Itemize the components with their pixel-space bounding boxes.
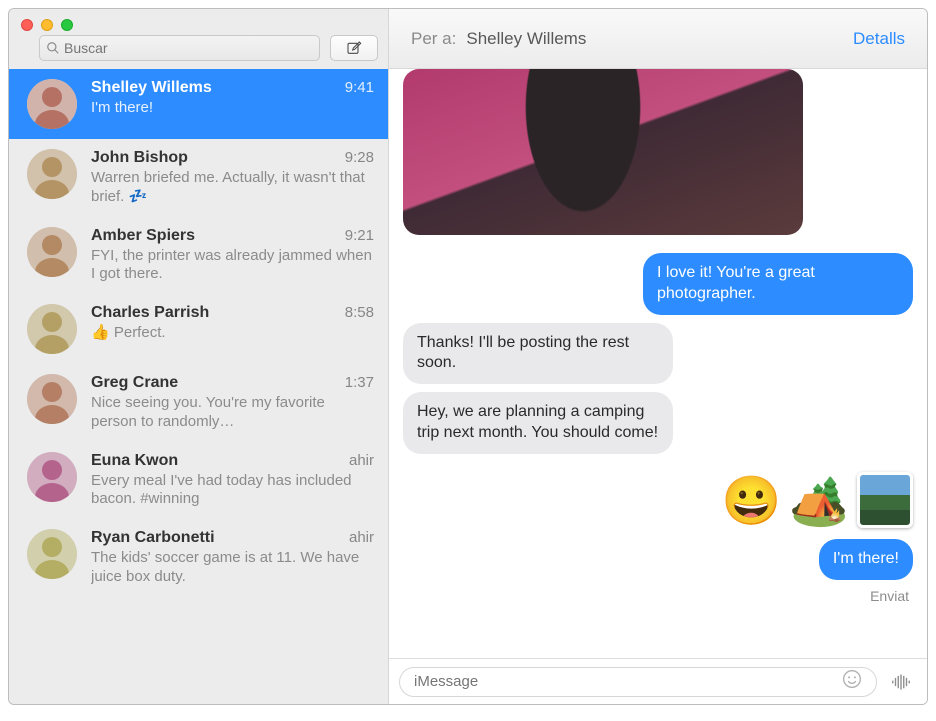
conversation-time: 9:21 <box>345 227 374 244</box>
message-input-bar <box>389 658 927 704</box>
conversation-time: 8:58 <box>345 304 374 321</box>
conversation-time: 1:37 <box>345 374 374 391</box>
conversation-time: ahir <box>349 529 374 546</box>
conversation-body: Greg Crane 1:37 Nice seeing you. You're … <box>91 374 374 432</box>
conversation-body: Ryan Carbonetti ahir The kids' soccer ga… <box>91 529 374 587</box>
conversation-body: Amber Spiers 9:21 FYI, the printer was a… <box>91 227 374 285</box>
to-label: Per a: <box>411 29 456 49</box>
messages-window: Shelley Willems 9:41 I'm there! John Bis… <box>8 8 928 705</box>
conversation-time: ahir <box>349 452 374 469</box>
conversation-row[interactable]: Greg Crane 1:37 Nice seeing you. You're … <box>9 364 388 442</box>
conversation-row[interactable]: Ryan Carbonetti ahir The kids' soccer ga… <box>9 519 388 597</box>
conversation-name: John Bishop <box>91 149 188 167</box>
conversation-preview: Warren briefed me. Actually, it wasn't t… <box>91 169 374 207</box>
conversation-row[interactable]: John Bishop 9:28 Warren briefed me. Actu… <box>9 139 388 217</box>
minimize-window-button[interactable] <box>41 19 53 31</box>
message-thread: I love it! You're a great photographer. T… <box>389 69 927 658</box>
avatar <box>27 227 77 277</box>
conversation-body: John Bishop 9:28 Warren briefed me. Actu… <box>91 149 374 207</box>
compose-icon <box>346 40 362 56</box>
conversation-pane: Per a: Shelley Willems Detalls I love it… <box>389 9 927 704</box>
smiley-icon <box>842 669 862 689</box>
avatar <box>27 79 77 129</box>
conversation-list: Shelley Willems 9:41 I'm there! John Bis… <box>9 69 388 704</box>
conversation-preview: Nice seeing you. You're my favorite pers… <box>91 394 374 432</box>
conversation-time: 9:28 <box>345 149 374 166</box>
conversation-time: 9:41 <box>345 79 374 96</box>
conversation-row[interactable]: Amber Spiers 9:21 FYI, the printer was a… <box>9 217 388 295</box>
conversation-name: Amber Spiers <box>91 227 195 245</box>
avatar <box>27 529 77 579</box>
conversation-header: Per a: Shelley Willems Detalls <box>389 9 927 69</box>
zoom-window-button[interactable] <box>61 19 73 31</box>
audio-record-button[interactable] <box>885 667 917 697</box>
conversation-name: Ryan Carbonetti <box>91 529 215 547</box>
sidebar-toolbar <box>9 9 388 69</box>
avatar <box>27 304 77 354</box>
received-message-bubble[interactable]: Thanks! I'll be posting the rest soon. <box>403 323 673 385</box>
delivery-status: Enviat <box>870 588 909 604</box>
conversation-body: Euna Kwon ahir Every meal I've had today… <box>91 452 374 510</box>
emoji: 😀 <box>721 472 781 529</box>
compose-button[interactable] <box>330 35 378 61</box>
emoji: 🏕️ <box>789 472 849 529</box>
search-field[interactable] <box>39 35 320 61</box>
conversation-preview: Every meal I've had today has included b… <box>91 472 374 510</box>
received-message-bubble[interactable]: Hey, we are planning a camping trip next… <box>403 392 673 454</box>
emoji-message[interactable]: 😀🏕️ <box>721 472 913 529</box>
conversation-name: Greg Crane <box>91 374 178 392</box>
conversation-preview: I'm there! <box>91 99 374 118</box>
avatar <box>27 374 77 424</box>
waveform-icon <box>890 671 912 693</box>
search-input[interactable] <box>64 40 313 56</box>
recipient-name[interactable]: Shelley Willems <box>466 29 586 49</box>
conversation-row[interactable]: Euna Kwon ahir Every meal I've had today… <box>9 442 388 520</box>
conversation-row[interactable]: Charles Parrish 8:58 👍 Perfect. <box>9 294 388 364</box>
sidebar: Shelley Willems 9:41 I'm there! John Bis… <box>9 9 389 704</box>
conversation-preview: 👍 Perfect. <box>91 324 374 343</box>
conversation-name: Charles Parrish <box>91 304 209 322</box>
conversation-name: Shelley Willems <box>91 79 212 97</box>
sent-message-bubble[interactable]: I'm there! <box>819 539 913 580</box>
message-input[interactable] <box>414 673 842 690</box>
avatar <box>27 149 77 199</box>
image-attachment[interactable] <box>403 69 803 235</box>
close-window-button[interactable] <box>21 19 33 31</box>
emoji-picker-button[interactable] <box>842 669 862 694</box>
avatar <box>27 452 77 502</box>
photo-thumbnail[interactable] <box>857 472 913 528</box>
conversation-preview: The kids' soccer game is at 11. We have … <box>91 549 374 587</box>
conversation-body: Shelley Willems 9:41 I'm there! <box>91 79 374 129</box>
sent-message-bubble[interactable]: I love it! You're a great photographer. <box>643 253 913 315</box>
conversation-row[interactable]: Shelley Willems 9:41 I'm there! <box>9 69 388 139</box>
traffic-lights <box>21 19 73 31</box>
details-button[interactable]: Detalls <box>853 29 905 49</box>
search-icon <box>46 41 60 55</box>
conversation-name: Euna Kwon <box>91 452 178 470</box>
conversation-body: Charles Parrish 8:58 👍 Perfect. <box>91 304 374 354</box>
conversation-preview: FYI, the printer was already jammed when… <box>91 247 374 285</box>
message-input-field[interactable] <box>399 667 877 697</box>
